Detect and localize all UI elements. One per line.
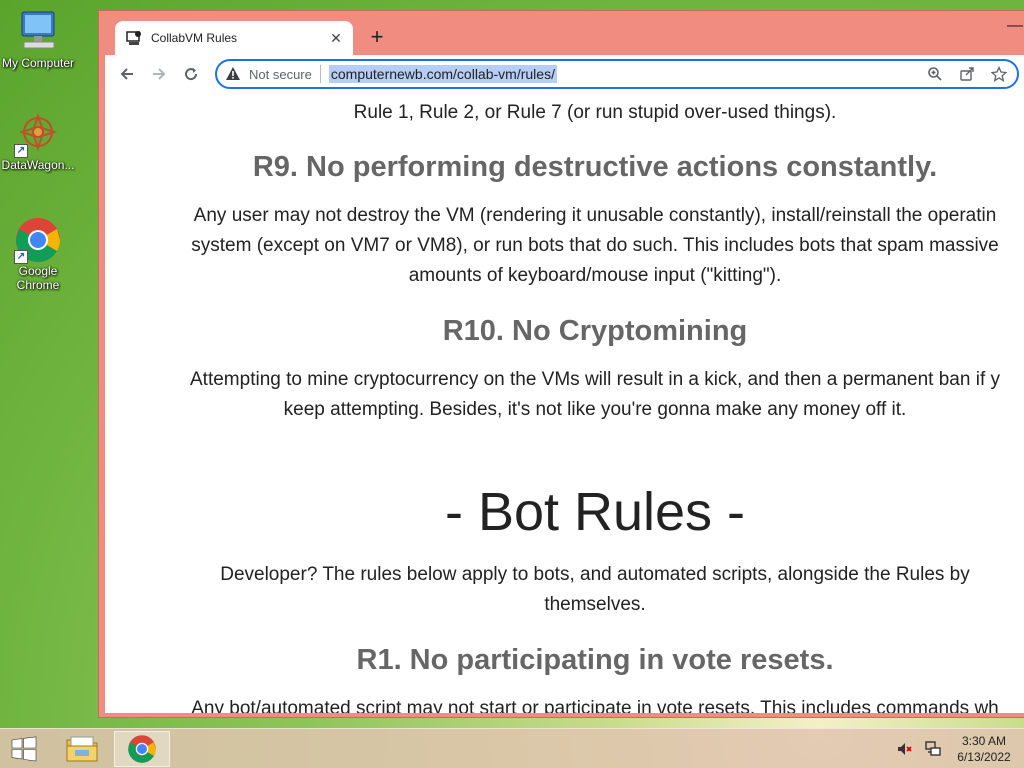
chrome-icon: ↗ xyxy=(14,216,62,264)
url-text[interactable]: computernewb.com/collab-vm/rules/ xyxy=(328,65,557,83)
share-icon[interactable] xyxy=(955,64,979,84)
address-bar[interactable]: Not secure computernewb.com/collab-vm/ru… xyxy=(215,59,1019,89)
clock-date: 6/13/2022 xyxy=(957,750,1011,764)
system-tray: 3:30 AM 6/13/2022 xyxy=(896,729,1016,768)
shortcut-arrow-icon: ↗ xyxy=(14,144,28,158)
folder-icon xyxy=(66,736,98,762)
taskbar: 3:30 AM 6/13/2022 xyxy=(0,728,1024,768)
desktop-icon-datawagon[interactable]: ↗ DataWagon... xyxy=(0,110,78,172)
browser-toolbar: Not secure computernewb.com/collab-vm/ru… xyxy=(105,55,1024,93)
rules-text: Developer? The rules below apply to bots… xyxy=(220,564,970,585)
desktop-icon-label: My Computer xyxy=(1,56,75,70)
desktop-icon-label: Google Chrome xyxy=(16,264,60,292)
network-icon[interactable] xyxy=(924,740,942,758)
page-content: Rule 1, Rule 2, or Rule 7 (or run stupid… xyxy=(105,93,1024,713)
rule-heading-r9: R9. No performing destructive actions co… xyxy=(252,151,938,183)
rules-text: Any user may not destroy the VM (renderi… xyxy=(193,205,997,226)
divider xyxy=(319,65,321,83)
warning-icon xyxy=(225,66,241,82)
taskbar-chrome[interactable] xyxy=(114,731,170,767)
rules-text: themselves. xyxy=(544,594,646,615)
desktop-icon-label: DataWagon... xyxy=(1,158,75,172)
new-tab-button[interactable]: + xyxy=(365,25,389,49)
tab-title: CollabVM Rules xyxy=(151,31,238,45)
bookmark-star-icon[interactable] xyxy=(987,64,1011,84)
reload-icon xyxy=(185,68,198,81)
tab-close-icon[interactable]: ✕ xyxy=(327,30,345,47)
speaker-muted-icon[interactable] xyxy=(896,740,914,758)
rule-heading-r10: R10. No Cryptomining xyxy=(442,315,748,347)
zoom-icon[interactable] xyxy=(923,64,947,84)
rules-text: Rule 1, Rule 2, or Rule 7 (or run stupid… xyxy=(353,102,837,123)
forward-arrow-icon xyxy=(153,68,166,80)
back-button[interactable] xyxy=(111,58,143,90)
shortcut-arrow-icon: ↗ xyxy=(14,250,28,264)
rules-text: Attempting to mine cryptocurrency on the… xyxy=(190,369,1000,390)
forward-button[interactable] xyxy=(143,58,175,90)
collabvm-favicon-icon xyxy=(126,31,141,45)
reload-button[interactable] xyxy=(175,58,207,90)
browser-window: CollabVM Rules ✕ + — Not secure computer… xyxy=(98,10,1024,718)
bot-rules-heading: - Bot Rules - xyxy=(444,482,746,542)
rules-text: system (except on VM7 or VM8), or run bo… xyxy=(191,235,999,256)
rules-text: keep attempting. Besides, it's not like … xyxy=(283,399,907,420)
rules-text: amounts of keyboard/mouse input ("kittin… xyxy=(408,265,782,286)
browser-tab[interactable]: CollabVM Rules ✕ xyxy=(115,21,353,55)
rules-text: Any bot/automated script may not start o… xyxy=(191,698,999,713)
bot-rule-heading-r1: R1. No participating in vote resets. xyxy=(356,644,834,676)
datawagon-icon: ↗ xyxy=(14,110,62,158)
clock-time: 3:30 AM xyxy=(961,734,1007,748)
windows-logo-icon xyxy=(11,736,37,762)
computer-icon xyxy=(14,8,62,56)
minimize-button[interactable]: — xyxy=(1007,17,1023,35)
back-arrow-icon xyxy=(120,68,133,80)
chrome-icon xyxy=(128,735,156,763)
desktop-icon-my-computer[interactable]: My Computer xyxy=(0,8,78,70)
clock[interactable]: 3:30 AM 6/13/2022 xyxy=(952,733,1016,765)
security-status[interactable]: Not secure xyxy=(249,67,312,82)
start-button[interactable] xyxy=(0,731,48,767)
desktop-icon-google-chrome[interactable]: ↗ Google Chrome xyxy=(0,216,78,292)
taskbar-file-explorer[interactable] xyxy=(54,731,110,767)
